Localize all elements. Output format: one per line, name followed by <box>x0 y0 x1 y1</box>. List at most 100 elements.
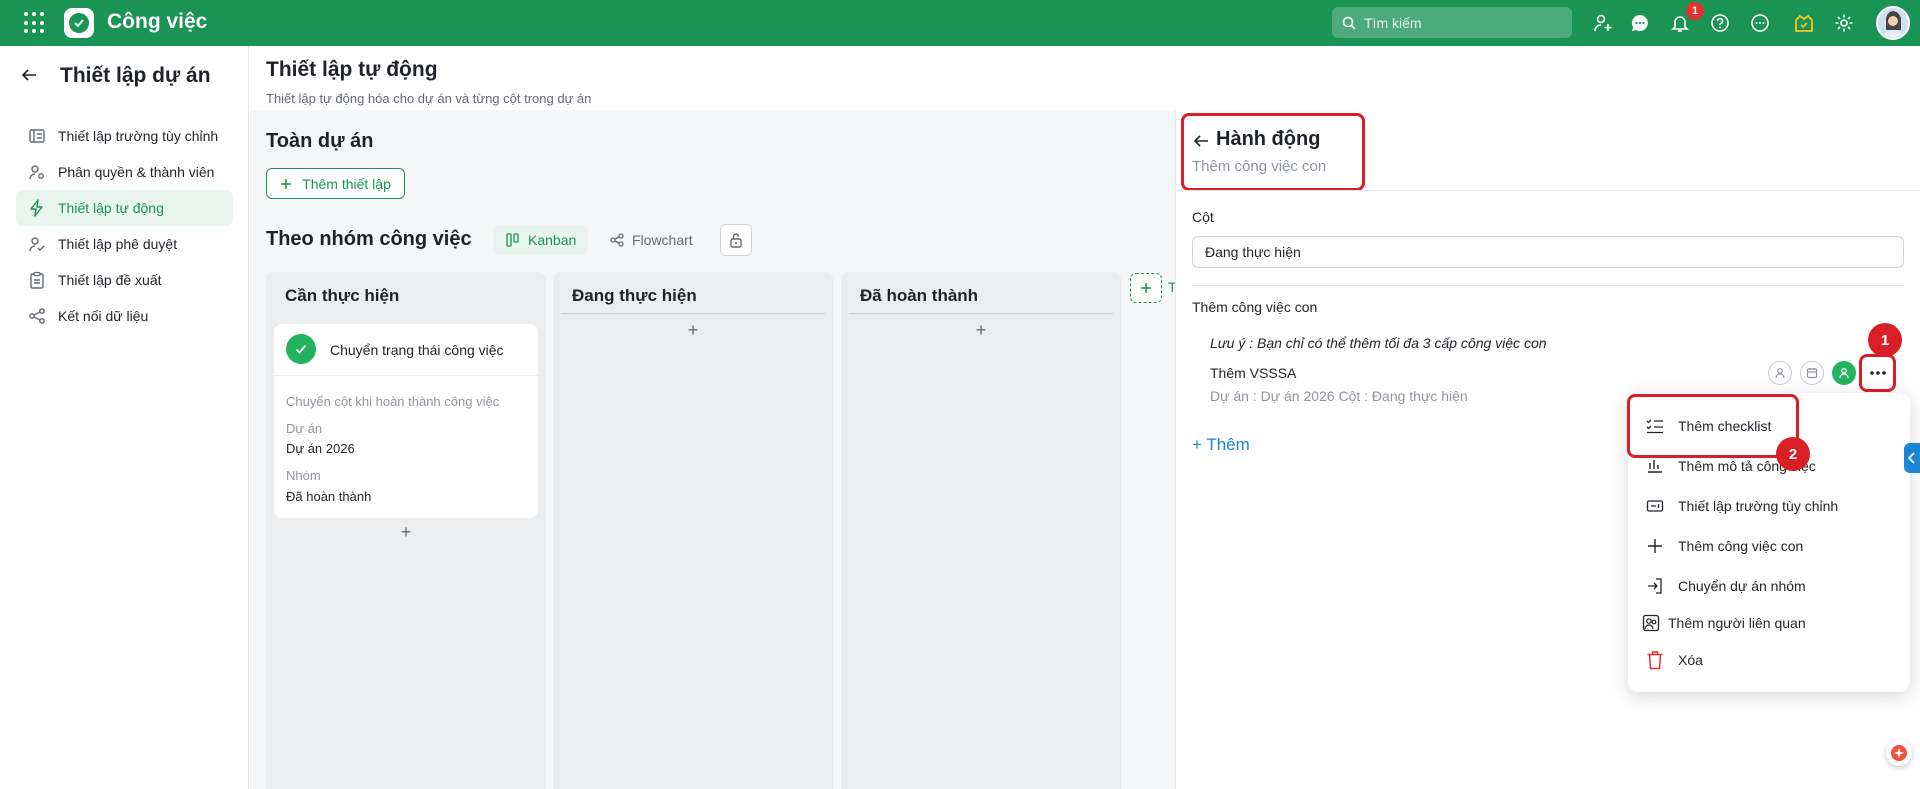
step-marker-2: 2 <box>1776 437 1810 471</box>
lightning-icon <box>30 199 43 217</box>
group-section-title: Theo nhóm công việc <box>266 228 472 250</box>
clipboard-icon <box>30 271 44 289</box>
column-select-value: Đang thực hiện <box>1205 244 1301 260</box>
sidebar-item-label: Thiết lập đề xuất <box>58 272 162 288</box>
automation-card[interactable]: Chuyển trạng thái công việc Chuyển cột k… <box>274 324 538 518</box>
back-arrow-icon[interactable] <box>20 66 38 87</box>
add-task-plus-icon[interactable]: + <box>266 522 546 543</box>
kanban-column-in-progress: Đang thực hiện + <box>553 272 833 789</box>
gear-icon[interactable] <box>1832 11 1856 35</box>
add-setting-button[interactable]: Thêm thiết lập <box>266 168 405 199</box>
app-grid-icon[interactable] <box>24 12 46 34</box>
panel-divider <box>1175 190 1920 191</box>
search-input[interactable] <box>1364 14 1564 31</box>
sidebar-item-label: Thiết lập tự động <box>58 200 164 216</box>
panel-divider <box>1192 285 1904 286</box>
member-settings-icon <box>29 165 44 180</box>
add-task-plus-icon[interactable]: + <box>553 320 833 341</box>
subtask-note: Lưu ý : Bạn chỉ có thể thêm tối đa 3 cấp… <box>1210 335 1547 351</box>
section-title: Toàn dự án <box>266 130 374 152</box>
avatar[interactable] <box>1876 6 1910 40</box>
settings-sidebar: Thiết lập dự án Thiết lập trường tùy chỉ… <box>0 46 249 789</box>
flowchart-icon <box>610 233 624 247</box>
notification-badge: 1 <box>1686 2 1704 20</box>
follower-icon[interactable] <box>1832 361 1856 385</box>
menu-item-custom-field[interactable]: Thiết lập trường tùy chỉnh <box>1646 491 1838 521</box>
more-options-button[interactable] <box>1862 357 1894 389</box>
app-title: Công việc <box>107 10 208 33</box>
menu-item-add-subtask[interactable]: Thêm công việc con <box>1646 531 1803 561</box>
page-subtitle: Thiết lập tự động hóa cho dự án và từng … <box>266 91 592 106</box>
sidebar-item-automation[interactable]: Thiết lập tự động <box>16 190 233 226</box>
calendar-icon[interactable] <box>1800 361 1824 385</box>
add-user-icon[interactable] <box>1591 11 1615 35</box>
menu-item-add-related-people[interactable]: Thêm người liên quan <box>1642 608 1806 638</box>
unlock-icon <box>730 233 742 248</box>
plus-icon <box>1648 539 1662 553</box>
column-field-label: Cột <box>1192 209 1214 225</box>
menu-item-label: Chuyển dự án nhóm <box>1678 578 1806 594</box>
card-description: Chuyển cột khi hoàn thành công việc <box>286 394 500 409</box>
plus-icon <box>281 178 292 189</box>
column-divider <box>849 313 1113 314</box>
menu-item-label: Thêm người liên quan <box>1668 615 1806 631</box>
tab-kanban[interactable]: Kanban <box>494 225 589 255</box>
tab-label: Kanban <box>528 232 577 248</box>
highlight-box <box>1627 394 1799 458</box>
sidebar-item-label: Thiết lập phê duyệt <box>58 236 178 252</box>
panel-subtitle: Thêm công việc con <box>1192 158 1327 175</box>
sidebar-item-approval[interactable]: Thiết lập phê duyệt <box>16 226 233 262</box>
column-title: Đang thực hiện <box>572 286 697 305</box>
sidebar-item-permissions[interactable]: Phân quyền & thành viên <box>16 154 233 190</box>
move-icon <box>1648 578 1662 594</box>
column-select[interactable]: Đang thực hiện <box>1192 236 1904 268</box>
tab-flowchart[interactable]: Flowchart <box>598 225 705 255</box>
sidebar-item-proposal[interactable]: Thiết lập đề xuất <box>16 262 233 298</box>
menu-item-label: Thêm công việc con <box>1678 538 1804 554</box>
panel-title: Hành động <box>1216 128 1321 150</box>
search-box[interactable] <box>1332 7 1572 38</box>
custom-field-icon <box>1646 500 1664 512</box>
collapse-panel-tab[interactable] <box>1904 443 1920 473</box>
sidebar-item-custom-fields[interactable]: Thiết lập trường tùy chỉnh <box>16 118 233 154</box>
people-icon <box>1642 614 1660 632</box>
chevron-left-icon <box>1908 452 1915 464</box>
description-icon <box>1648 460 1662 473</box>
more-circle-icon[interactable] <box>1748 11 1772 35</box>
sidebar-item-data-connect[interactable]: Kết nối dữ liệu <box>16 298 233 334</box>
card-group-value: Đã hoàn thành <box>286 489 372 504</box>
top-bar: Công việc 1 <box>0 0 1920 46</box>
sidebar-title: Thiết lập dự án <box>60 64 211 87</box>
add-column-button[interactable] <box>1130 273 1162 303</box>
add-action-button[interactable]: + Thêm <box>1192 435 1250 455</box>
assistant-fab[interactable] <box>1886 740 1912 766</box>
subtask-section-label: Thêm công việc con <box>1192 299 1318 315</box>
card-project-value: Dự án 2026 <box>286 441 355 456</box>
custom-field-icon <box>29 129 45 143</box>
check-circle-icon <box>286 334 316 364</box>
add-setting-label: Thêm thiết lập <box>302 175 391 192</box>
step-marker-1: 1 <box>1868 323 1902 357</box>
chat-icon[interactable] <box>1628 11 1652 35</box>
column-divider <box>561 313 825 314</box>
task-badge-icon[interactable] <box>1792 11 1816 35</box>
trash-icon <box>1647 651 1663 670</box>
column-title: Đã hoàn thành <box>860 286 979 305</box>
approval-icon <box>29 237 45 252</box>
kanban-icon <box>506 233 519 247</box>
menu-item-move-project[interactable]: Chuyển dự án nhóm <box>1646 571 1806 601</box>
back-arrow-icon[interactable] <box>1192 132 1210 153</box>
more-horizontal-icon <box>1870 371 1886 375</box>
menu-item-label: Thiết lập trường tùy chỉnh <box>1678 498 1839 514</box>
lock-toggle-button[interactable] <box>720 224 752 256</box>
sparkle-icon <box>1891 745 1907 761</box>
page-title: Thiết lập tự động <box>266 58 438 81</box>
subtask-name: Thêm VSSSA <box>1210 365 1297 381</box>
column-title: Cần thực hiện <box>285 286 400 305</box>
assignee-icon[interactable] <box>1768 361 1792 385</box>
add-task-plus-icon[interactable]: + <box>841 320 1121 341</box>
app-logo <box>64 8 94 38</box>
menu-item-delete[interactable]: Xóa <box>1646 645 1703 675</box>
card-group-label: Nhóm <box>286 468 321 483</box>
help-icon[interactable] <box>1708 11 1732 35</box>
